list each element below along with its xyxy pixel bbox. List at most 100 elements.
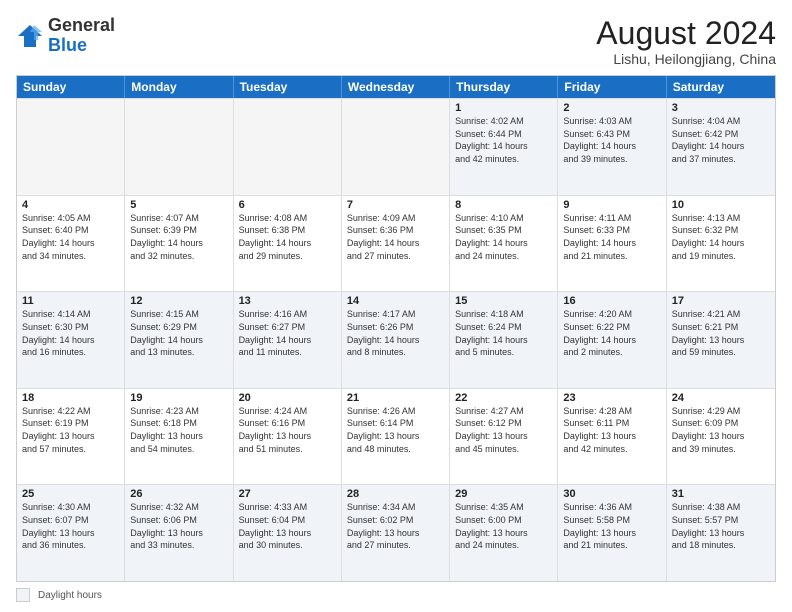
logo-general-text: General xyxy=(48,15,115,35)
cal-cell-17: 17Sunrise: 4:21 AM Sunset: 6:21 PM Dayli… xyxy=(667,292,775,388)
cell-details: Sunrise: 4:05 AM Sunset: 6:40 PM Dayligh… xyxy=(22,212,119,262)
cell-details: Sunrise: 4:32 AM Sunset: 6:06 PM Dayligh… xyxy=(130,501,227,551)
legend-box xyxy=(16,588,30,602)
cal-cell-14: 14Sunrise: 4:17 AM Sunset: 6:26 PM Dayli… xyxy=(342,292,450,388)
cell-details: Sunrise: 4:18 AM Sunset: 6:24 PM Dayligh… xyxy=(455,308,552,358)
cell-details: Sunrise: 4:13 AM Sunset: 6:32 PM Dayligh… xyxy=(672,212,770,262)
day-number: 11 xyxy=(22,295,119,307)
calendar-row-1: 4Sunrise: 4:05 AM Sunset: 6:40 PM Daylig… xyxy=(17,195,775,292)
cell-details: Sunrise: 4:30 AM Sunset: 6:07 PM Dayligh… xyxy=(22,501,119,551)
calendar-row-3: 18Sunrise: 4:22 AM Sunset: 6:19 PM Dayli… xyxy=(17,388,775,485)
day-number: 29 xyxy=(455,488,552,500)
cell-details: Sunrise: 4:24 AM Sunset: 6:16 PM Dayligh… xyxy=(239,405,336,455)
day-number: 3 xyxy=(672,102,770,114)
cal-cell-6: 6Sunrise: 4:08 AM Sunset: 6:38 PM Daylig… xyxy=(234,196,342,292)
cell-details: Sunrise: 4:10 AM Sunset: 6:35 PM Dayligh… xyxy=(455,212,552,262)
day-number: 27 xyxy=(239,488,336,500)
cell-details: Sunrise: 4:27 AM Sunset: 6:12 PM Dayligh… xyxy=(455,405,552,455)
cell-details: Sunrise: 4:03 AM Sunset: 6:43 PM Dayligh… xyxy=(563,115,660,165)
cal-cell-5: 5Sunrise: 4:07 AM Sunset: 6:39 PM Daylig… xyxy=(125,196,233,292)
cell-details: Sunrise: 4:15 AM Sunset: 6:29 PM Dayligh… xyxy=(130,308,227,358)
weekday-header-wednesday: Wednesday xyxy=(342,76,450,98)
day-number: 9 xyxy=(563,199,660,211)
cal-cell-19: 19Sunrise: 4:23 AM Sunset: 6:18 PM Dayli… xyxy=(125,389,233,485)
cell-details: Sunrise: 4:11 AM Sunset: 6:33 PM Dayligh… xyxy=(563,212,660,262)
cal-cell-10: 10Sunrise: 4:13 AM Sunset: 6:32 PM Dayli… xyxy=(667,196,775,292)
cell-details: Sunrise: 4:16 AM Sunset: 6:27 PM Dayligh… xyxy=(239,308,336,358)
cal-cell-16: 16Sunrise: 4:20 AM Sunset: 6:22 PM Dayli… xyxy=(558,292,666,388)
cell-details: Sunrise: 4:34 AM Sunset: 6:02 PM Dayligh… xyxy=(347,501,444,551)
cal-cell-11: 11Sunrise: 4:14 AM Sunset: 6:30 PM Dayli… xyxy=(17,292,125,388)
calendar-row-4: 25Sunrise: 4:30 AM Sunset: 6:07 PM Dayli… xyxy=(17,484,775,581)
header: General Blue August 2024 Lishu, Heilongj… xyxy=(16,16,776,67)
cal-cell-30: 30Sunrise: 4:36 AM Sunset: 5:58 PM Dayli… xyxy=(558,485,666,581)
cal-cell-24: 24Sunrise: 4:29 AM Sunset: 6:09 PM Dayli… xyxy=(667,389,775,485)
location: Lishu, Heilongjiang, China xyxy=(596,51,776,67)
day-number: 18 xyxy=(22,392,119,404)
cell-details: Sunrise: 4:33 AM Sunset: 6:04 PM Dayligh… xyxy=(239,501,336,551)
month-year: August 2024 xyxy=(596,16,776,51)
cal-cell-1: 1Sunrise: 4:02 AM Sunset: 6:44 PM Daylig… xyxy=(450,99,558,195)
day-number: 1 xyxy=(455,102,552,114)
day-number: 25 xyxy=(22,488,119,500)
day-number: 14 xyxy=(347,295,444,307)
cell-details: Sunrise: 4:09 AM Sunset: 6:36 PM Dayligh… xyxy=(347,212,444,262)
calendar-row-2: 11Sunrise: 4:14 AM Sunset: 6:30 PM Dayli… xyxy=(17,291,775,388)
logo-icon xyxy=(16,22,44,50)
cal-cell-15: 15Sunrise: 4:18 AM Sunset: 6:24 PM Dayli… xyxy=(450,292,558,388)
cal-cell-23: 23Sunrise: 4:28 AM Sunset: 6:11 PM Dayli… xyxy=(558,389,666,485)
cal-cell-empty-1 xyxy=(125,99,233,195)
cell-details: Sunrise: 4:29 AM Sunset: 6:09 PM Dayligh… xyxy=(672,405,770,455)
day-number: 21 xyxy=(347,392,444,404)
weekday-header-monday: Monday xyxy=(125,76,233,98)
day-number: 19 xyxy=(130,392,227,404)
cal-cell-25: 25Sunrise: 4:30 AM Sunset: 6:07 PM Dayli… xyxy=(17,485,125,581)
day-number: 28 xyxy=(347,488,444,500)
cal-cell-empty-2 xyxy=(234,99,342,195)
cell-details: Sunrise: 4:07 AM Sunset: 6:39 PM Dayligh… xyxy=(130,212,227,262)
calendar-row-0: 1Sunrise: 4:02 AM Sunset: 6:44 PM Daylig… xyxy=(17,98,775,195)
cell-details: Sunrise: 4:20 AM Sunset: 6:22 PM Dayligh… xyxy=(563,308,660,358)
cal-cell-27: 27Sunrise: 4:33 AM Sunset: 6:04 PM Dayli… xyxy=(234,485,342,581)
cal-cell-31: 31Sunrise: 4:38 AM Sunset: 5:57 PM Dayli… xyxy=(667,485,775,581)
cell-details: Sunrise: 4:26 AM Sunset: 6:14 PM Dayligh… xyxy=(347,405,444,455)
day-number: 24 xyxy=(672,392,770,404)
cell-details: Sunrise: 4:38 AM Sunset: 5:57 PM Dayligh… xyxy=(672,501,770,551)
cal-cell-empty-0 xyxy=(17,99,125,195)
cal-cell-22: 22Sunrise: 4:27 AM Sunset: 6:12 PM Dayli… xyxy=(450,389,558,485)
weekday-header-tuesday: Tuesday xyxy=(234,76,342,98)
cal-cell-9: 9Sunrise: 4:11 AM Sunset: 6:33 PM Daylig… xyxy=(558,196,666,292)
cell-details: Sunrise: 4:02 AM Sunset: 6:44 PM Dayligh… xyxy=(455,115,552,165)
cell-details: Sunrise: 4:28 AM Sunset: 6:11 PM Dayligh… xyxy=(563,405,660,455)
day-number: 26 xyxy=(130,488,227,500)
legend-label: Daylight hours xyxy=(38,590,102,601)
day-number: 17 xyxy=(672,295,770,307)
cal-cell-12: 12Sunrise: 4:15 AM Sunset: 6:29 PM Dayli… xyxy=(125,292,233,388)
day-number: 30 xyxy=(563,488,660,500)
cell-details: Sunrise: 4:36 AM Sunset: 5:58 PM Dayligh… xyxy=(563,501,660,551)
cal-cell-20: 20Sunrise: 4:24 AM Sunset: 6:16 PM Dayli… xyxy=(234,389,342,485)
cal-cell-3: 3Sunrise: 4:04 AM Sunset: 6:42 PM Daylig… xyxy=(667,99,775,195)
day-number: 31 xyxy=(672,488,770,500)
calendar: SundayMondayTuesdayWednesdayThursdayFrid… xyxy=(16,75,776,582)
day-number: 16 xyxy=(563,295,660,307)
cal-cell-empty-3 xyxy=(342,99,450,195)
cal-cell-29: 29Sunrise: 4:35 AM Sunset: 6:00 PM Dayli… xyxy=(450,485,558,581)
logo-blue-text: Blue xyxy=(48,35,87,55)
day-number: 15 xyxy=(455,295,552,307)
cal-cell-8: 8Sunrise: 4:10 AM Sunset: 6:35 PM Daylig… xyxy=(450,196,558,292)
cell-details: Sunrise: 4:04 AM Sunset: 6:42 PM Dayligh… xyxy=(672,115,770,165)
cell-details: Sunrise: 4:21 AM Sunset: 6:21 PM Dayligh… xyxy=(672,308,770,358)
weekday-header-thursday: Thursday xyxy=(450,76,558,98)
day-number: 10 xyxy=(672,199,770,211)
cell-details: Sunrise: 4:14 AM Sunset: 6:30 PM Dayligh… xyxy=(22,308,119,358)
weekday-header-saturday: Saturday xyxy=(667,76,775,98)
page: General Blue August 2024 Lishu, Heilongj… xyxy=(0,0,792,612)
cal-cell-28: 28Sunrise: 4:34 AM Sunset: 6:02 PM Dayli… xyxy=(342,485,450,581)
day-number: 13 xyxy=(239,295,336,307)
day-number: 5 xyxy=(130,199,227,211)
day-number: 12 xyxy=(130,295,227,307)
logo-text: General Blue xyxy=(48,16,115,56)
weekday-header-friday: Friday xyxy=(558,76,666,98)
day-number: 6 xyxy=(239,199,336,211)
